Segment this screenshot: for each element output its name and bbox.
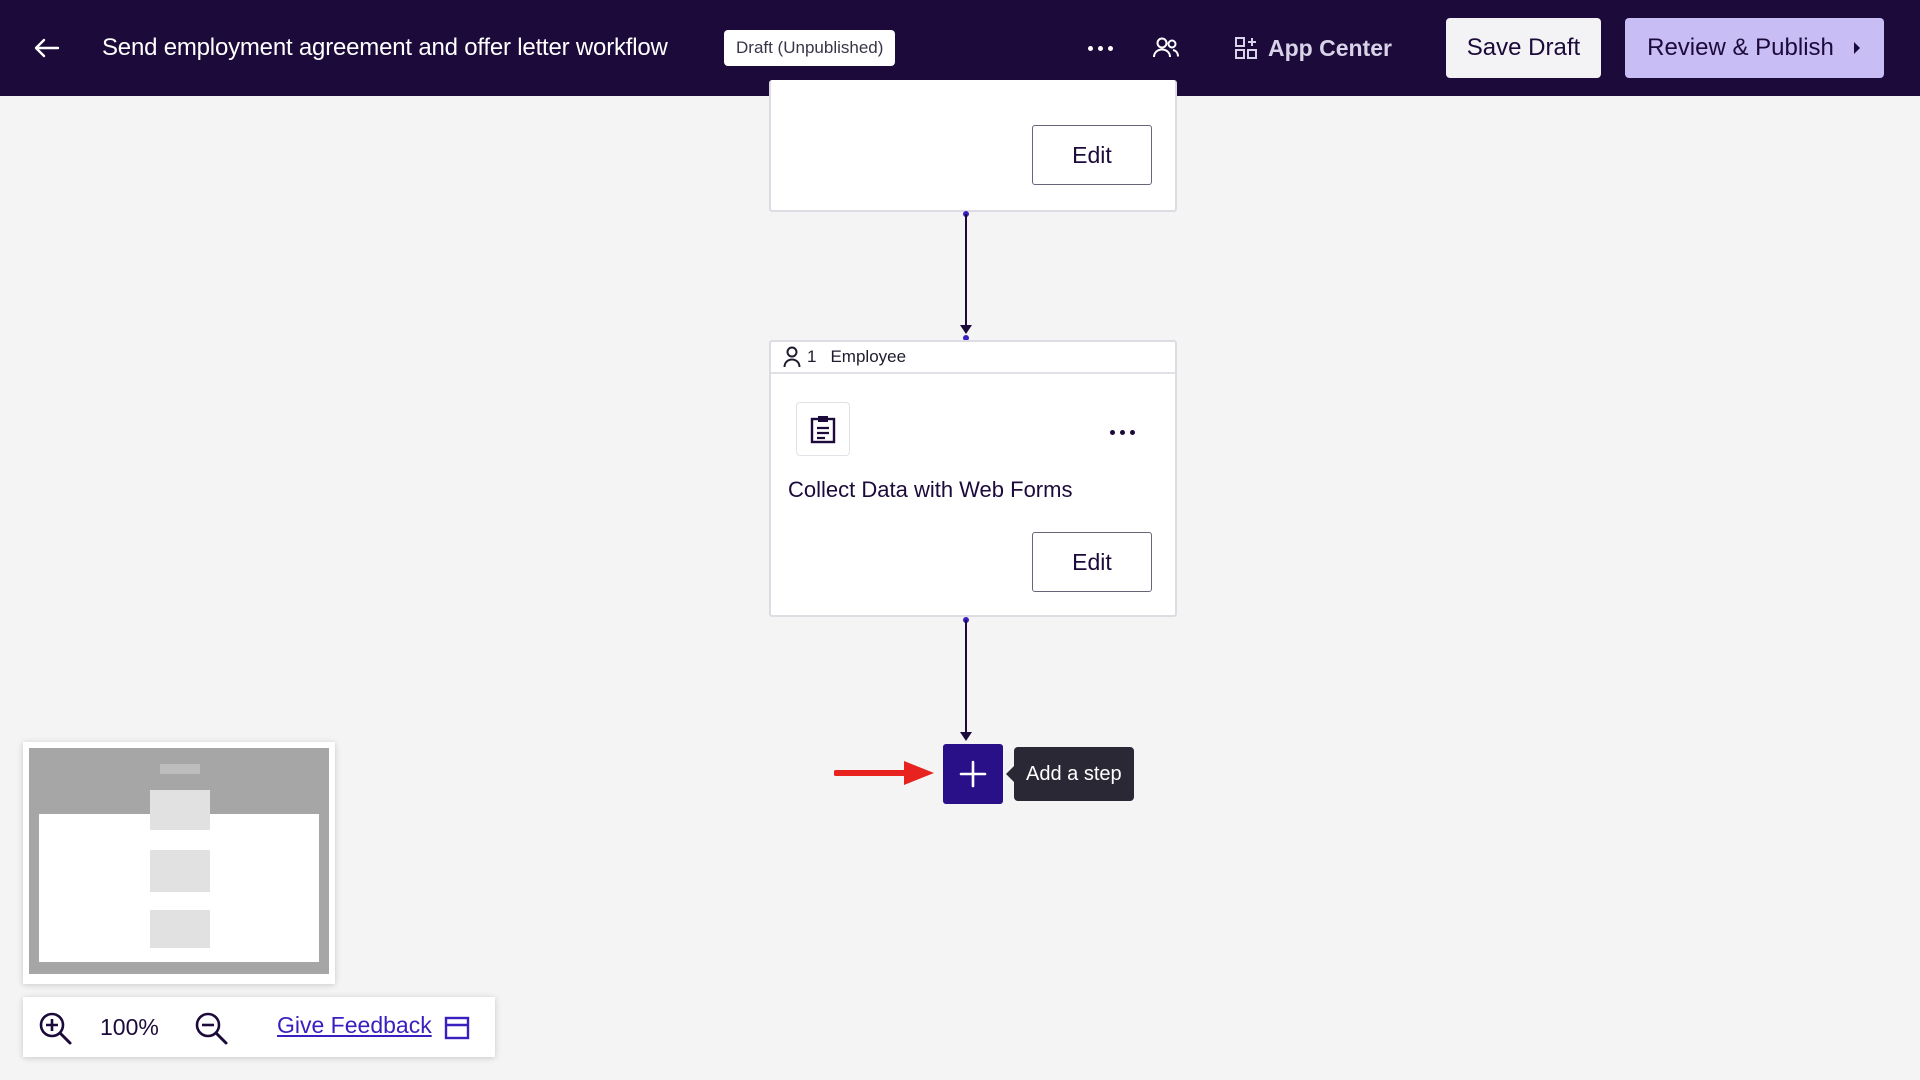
caret-right-icon — [1853, 42, 1860, 54]
step-connector — [960, 617, 972, 744]
apps-grid-icon — [1235, 37, 1257, 59]
clipboard-icon — [810, 416, 836, 444]
review-publish-button[interactable]: Review & Publish — [1625, 18, 1884, 78]
minimap-node — [150, 850, 210, 892]
workflow-title: Send employment agreement and offer lett… — [102, 34, 668, 61]
add-step-tooltip: Add a step — [1006, 747, 1134, 801]
edit-step-button[interactable]: Edit — [1032, 125, 1152, 185]
step-connector — [960, 211, 972, 341]
panel-icon[interactable] — [444, 1015, 470, 1041]
plus-icon — [959, 760, 987, 788]
edit-step-button[interactable]: Edit — [1032, 532, 1152, 592]
more-options-button[interactable] — [1080, 30, 1120, 66]
app-center-button[interactable]: App Center — [1234, 30, 1392, 66]
review-publish-label: Review & Publish — [1647, 34, 1834, 61]
more-horizontal-icon — [1087, 45, 1093, 51]
zoom-controls: 100% Give Feedback — [23, 997, 495, 1057]
zoom-in-icon[interactable] — [37, 1010, 73, 1046]
annotation-arrow-icon — [834, 761, 934, 785]
people-icon — [1153, 37, 1179, 58]
add-step-button[interactable] — [943, 744, 1003, 804]
minimap-node — [150, 814, 210, 830]
zoom-level: 100% — [100, 1014, 159, 1040]
app-center-label: App Center — [1268, 34, 1392, 61]
minimap-header — [160, 764, 200, 774]
step-type-tile — [796, 402, 850, 456]
give-feedback-link[interactable]: Give Feedback — [277, 1012, 432, 1039]
zoom-out-icon[interactable] — [193, 1010, 229, 1046]
minimap-canvas — [29, 748, 329, 974]
back-button[interactable] — [28, 30, 64, 66]
step-card-previous: Edit — [769, 80, 1177, 212]
collaborators-button[interactable] — [1148, 30, 1184, 66]
status-badge: Draft (Unpublished) — [724, 30, 896, 66]
step-more-button[interactable] — [1106, 426, 1139, 439]
save-draft-button[interactable]: Save Draft — [1446, 18, 1601, 78]
minimap-node — [150, 910, 210, 948]
step-card-web-forms[interactable]: 1 Employee Collect Data with Web Forms E… — [769, 340, 1177, 617]
step-title: Collect Data with Web Forms — [788, 477, 1073, 502]
assignee-count: 1 — [807, 347, 817, 366]
more-horizontal-icon — [1110, 430, 1115, 435]
assignee-role: Employee — [830, 347, 907, 366]
person-icon — [783, 346, 801, 368]
minimap[interactable] — [23, 742, 335, 984]
arrow-left-icon — [34, 38, 60, 58]
assignee-header: 1 Employee — [771, 342, 1175, 374]
minimap-viewport[interactable] — [39, 814, 319, 962]
